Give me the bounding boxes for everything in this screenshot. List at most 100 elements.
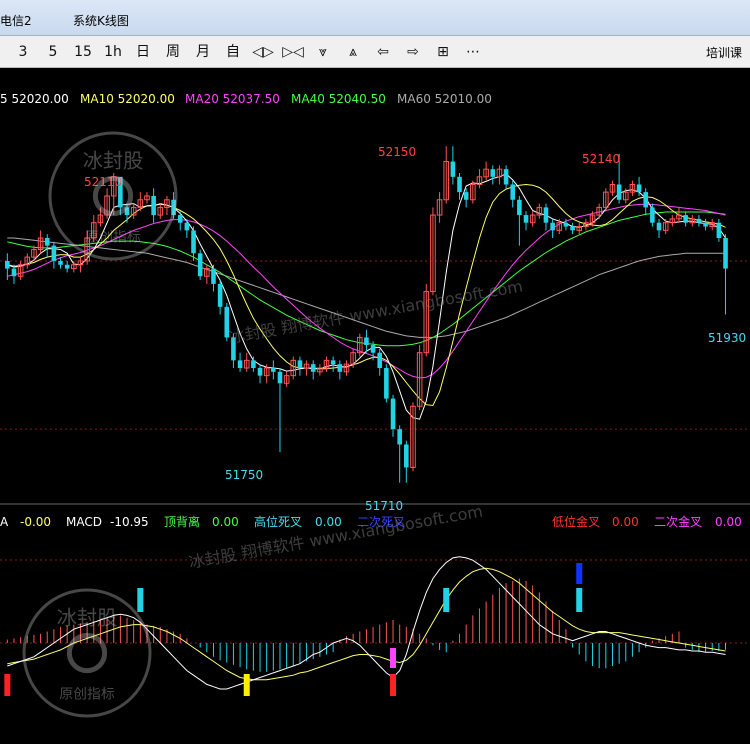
watermark-text: 冰封股 翔博软件 www.xiangbosoft.com bbox=[187, 501, 484, 571]
candle-body bbox=[364, 337, 369, 346]
macd-legend-item: -10.95 bbox=[110, 515, 149, 529]
svg-text:原创指标: 原创指标 bbox=[85, 229, 141, 245]
price-annotation: 51710 bbox=[365, 499, 403, 513]
ma-legend-item: MA20 52037.50 bbox=[185, 92, 280, 106]
watermark-seal-bottom: 冰封股原创指标 bbox=[22, 588, 152, 718]
chart-area[interactable]: 5 52020.00 MA10 52020.00 MA20 52037.50 MA40… bbox=[0, 68, 750, 744]
signal-marker bbox=[4, 674, 11, 696]
arrow-left-icon[interactable]: ⇦ bbox=[370, 41, 396, 63]
candle-body bbox=[503, 169, 509, 185]
candle-body bbox=[217, 283, 223, 307]
period-button-3[interactable]: 1h bbox=[100, 41, 126, 63]
candle-body bbox=[570, 226, 575, 231]
candle-body bbox=[271, 368, 276, 372]
toolbar: 3 5 15 1h 日周月自 ◁▷ ▷◁ ⩔ ⩓ ⇦ ⇨ ⊞ ⋯ 培训课 bbox=[0, 36, 750, 68]
candle-body bbox=[297, 360, 303, 368]
title-bar: 电信2 系统K线图 bbox=[0, 0, 750, 36]
candle-body bbox=[58, 260, 63, 265]
period-button-6[interactable]: 月 bbox=[190, 41, 216, 63]
signal-marker bbox=[390, 648, 397, 668]
candle-body bbox=[277, 371, 283, 384]
period-button-0[interactable]: 3 bbox=[10, 41, 36, 63]
macd-legend-item: 二次金叉 bbox=[654, 514, 702, 529]
candle-body bbox=[64, 264, 70, 269]
signal-marker bbox=[243, 674, 250, 696]
candle-body bbox=[490, 169, 496, 177]
candle-body bbox=[723, 238, 728, 269]
candle-body bbox=[510, 184, 516, 200]
candle-body bbox=[151, 195, 156, 216]
tab-system-kline[interactable]: 系统K线图 bbox=[73, 12, 129, 29]
candle-body bbox=[523, 215, 529, 223]
training-button[interactable]: 培训课 bbox=[706, 44, 742, 61]
more-icon[interactable]: ⋯ bbox=[460, 41, 486, 63]
macd-legend-item: 高位死叉 bbox=[254, 514, 302, 529]
period-button-7[interactable]: 自 bbox=[220, 41, 246, 63]
candle-body bbox=[683, 215, 688, 223]
macd-legend-item: MACD bbox=[66, 515, 102, 529]
signal-marker bbox=[443, 588, 450, 612]
tab-instrument[interactable]: 电信2 bbox=[0, 12, 32, 29]
candle-body bbox=[636, 184, 642, 193]
macd-legend-item: -0.00 bbox=[20, 515, 51, 529]
candle-body bbox=[517, 199, 522, 216]
arrow-right-icon[interactable]: ⇨ bbox=[400, 41, 426, 63]
candle-body bbox=[643, 192, 649, 208]
signal-marker bbox=[137, 588, 144, 612]
signal-marker bbox=[576, 563, 583, 584]
candle-body bbox=[177, 215, 183, 223]
ma-legend-item: 5 52020.00 bbox=[0, 92, 69, 106]
candle-body bbox=[656, 222, 662, 231]
candle-body bbox=[457, 176, 462, 193]
period-button-1[interactable]: 5 bbox=[40, 41, 66, 63]
macd-legend-item: 低位金叉 bbox=[552, 514, 600, 529]
candle-body bbox=[337, 364, 343, 372]
svg-text:冰封股: 冰封股 bbox=[83, 149, 143, 173]
macd-legend-item: 0.00 bbox=[612, 515, 639, 529]
svg-text:原创指标: 原创指标 bbox=[59, 686, 115, 702]
candle-body bbox=[191, 230, 196, 254]
candle-body bbox=[390, 398, 396, 430]
period-button-5[interactable]: 周 bbox=[160, 41, 186, 63]
candle-body bbox=[51, 245, 57, 261]
macd-legend-item: 0.00 bbox=[715, 515, 742, 529]
period-button-2[interactable]: 15 bbox=[70, 41, 96, 63]
kline-macd-chart[interactable]: 5 52020.00 MA10 52020.00 MA20 52037.50 MA40… bbox=[0, 68, 750, 744]
layout-grid-icon[interactable]: ⊞ bbox=[430, 41, 456, 63]
candle-body bbox=[716, 222, 722, 238]
price-annotation: 52140 bbox=[582, 152, 620, 166]
ma-legend-item: MA60 52010.00 bbox=[397, 92, 492, 106]
candle-body bbox=[563, 222, 569, 227]
price-annotation: 51750 bbox=[225, 468, 263, 482]
ma-legend-item: MA10 52020.00 bbox=[80, 92, 175, 106]
shrink-horizontal-icon[interactable]: ▷◁ bbox=[280, 41, 306, 63]
candle-body bbox=[377, 352, 383, 368]
candle-body bbox=[370, 345, 376, 353]
candle-body bbox=[616, 184, 622, 200]
candle-body bbox=[11, 268, 17, 277]
ma-legend-item: MA40 52040.50 bbox=[291, 92, 386, 106]
candle-body bbox=[330, 360, 336, 365]
price-annotation: 51930 bbox=[708, 331, 746, 345]
candle-body bbox=[184, 222, 190, 231]
candle-body bbox=[384, 368, 389, 399]
candle-body bbox=[44, 238, 50, 246]
expand-horizontal-icon[interactable]: ◁▷ bbox=[250, 41, 276, 63]
candle-body bbox=[237, 360, 243, 368]
candle-body bbox=[397, 429, 402, 445]
candle-body bbox=[650, 207, 655, 223]
candle-body bbox=[257, 368, 263, 376]
zoom-out-icon[interactable]: ⩓ bbox=[340, 41, 366, 63]
candle-body bbox=[463, 192, 469, 200]
candle-body bbox=[550, 222, 555, 231]
candle-body bbox=[450, 161, 456, 177]
candle-body bbox=[211, 268, 216, 284]
candle-body bbox=[197, 253, 203, 277]
period-button-4[interactable]: 日 bbox=[130, 41, 156, 63]
candle-body bbox=[5, 260, 10, 269]
macd-legend-item: 顶背离 bbox=[164, 514, 200, 529]
zoom-in-icon[interactable]: ⩔ bbox=[310, 41, 336, 63]
candle-body bbox=[404, 444, 409, 468]
candle-body bbox=[703, 222, 708, 227]
signal-marker bbox=[390, 674, 397, 696]
